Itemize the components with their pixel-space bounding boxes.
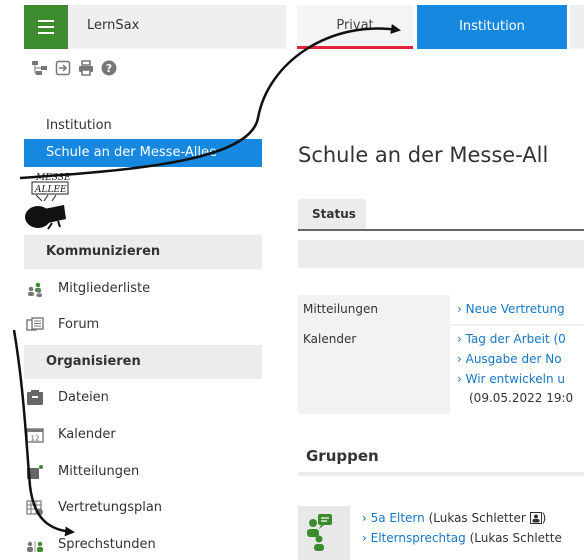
office-hours-icon (27, 541, 43, 552)
tab-status[interactable]: Status (298, 199, 366, 230)
sidebar-item-label: Mitteilungen (58, 464, 140, 479)
menu-button[interactable] (24, 5, 68, 49)
forum-icon (26, 317, 44, 331)
print-icon[interactable] (78, 60, 94, 76)
sidebar-item-dateien[interactable]: Dateien (24, 383, 262, 413)
app-title[interactable]: LernSax (87, 18, 139, 33)
sign-in-icon[interactable] (55, 60, 71, 76)
top-bar: LernSax Privat Institution (0, 0, 584, 49)
messages-link[interactable]: › Neue Vertretung (457, 302, 565, 316)
group-chat-icon (307, 514, 332, 551)
sidebar-item-forum[interactable]: Forum (24, 310, 262, 340)
sidebar-item-kalender[interactable]: 12 Kalender (24, 420, 262, 450)
tab-institution-label: Institution (459, 19, 525, 34)
sidebar-item-label: Mitgliederliste (58, 281, 151, 296)
info-label-calendar: Kalender (303, 332, 357, 346)
info-label-messages: Mitteilungen (303, 302, 378, 316)
svg-text:12: 12 (31, 435, 40, 443)
status-divider (298, 229, 584, 231)
messages-icon (27, 465, 43, 479)
logo-text-line2: ALLEE (34, 185, 67, 195)
calendar-link[interactable]: › Tag der Arbeit (0 (457, 332, 566, 346)
group-link[interactable]: › Elternsprechtag (362, 531, 466, 545)
tab-next[interactable] (570, 5, 584, 49)
group-item: › Elternsprechtag (Lukas Schlette (362, 531, 562, 545)
page-title: Schule an der Messe-All (298, 143, 549, 167)
groups-title: Gruppen (306, 447, 379, 465)
tab-privat[interactable]: Privat (297, 5, 413, 49)
sidebar-item-mitteilungen[interactable]: Mitteilungen (24, 457, 262, 487)
user-card-icon[interactable] (529, 512, 542, 524)
sidebar-item-label: Sprechstunden (58, 537, 156, 552)
group-owner-close: ) (541, 511, 547, 525)
tab-institution[interactable]: Institution (417, 5, 567, 49)
files-icon (27, 390, 43, 405)
sidebar-item-label: Forum (58, 317, 100, 332)
groups-divider (298, 472, 584, 476)
sitemap-icon[interactable] (32, 60, 48, 76)
section-organisieren: Organisieren (24, 345, 262, 379)
calendar-icon: 12 (26, 428, 44, 443)
sidebar-item-mitgliederliste[interactable]: Mitgliederliste (24, 274, 262, 304)
sidebar-item-label: Dateien (58, 390, 109, 405)
group-link[interactable]: › 5a Eltern (362, 511, 425, 525)
tab-privat-underline (297, 46, 413, 49)
app-header: LernSax (24, 5, 286, 49)
tab-privat-label: Privat (336, 18, 374, 33)
sidebar-item-label: Vertretungsplan (58, 500, 163, 515)
svg-text:?: ? (106, 62, 112, 75)
school-logo: MESSE ALLEE (25, 173, 71, 230)
sidebar-item-vertretungsplan[interactable]: Vertretungsplan (24, 493, 262, 523)
calendar-date: (09.05.2022 19:0 (469, 391, 574, 405)
sidebar-item-sprechstunden[interactable]: Sprechstunden (24, 530, 262, 560)
substitution-plan-icon (26, 500, 43, 515)
sidebar-item-label: Kalender (58, 427, 116, 442)
sidebar-heading: Institution (46, 118, 112, 133)
sidebar-item-school[interactable]: Schule an der Messe-Allee (24, 139, 262, 167)
group-item: › 5a Eltern (Lukas Schletter ) (362, 511, 546, 525)
section-kommunizieren: Kommunizieren (24, 235, 262, 269)
status-band (298, 240, 584, 268)
group-owner: (Lukas Schletter (428, 511, 526, 525)
calendar-link[interactable]: › Wir entwickeln u (457, 372, 565, 386)
members-icon (28, 282, 42, 297)
group-owner: (Lukas Schlette (469, 531, 562, 545)
groups-panel (298, 506, 350, 560)
calendar-link[interactable]: › Ausgabe der No (457, 352, 562, 366)
help-icon[interactable]: ? (101, 60, 117, 76)
